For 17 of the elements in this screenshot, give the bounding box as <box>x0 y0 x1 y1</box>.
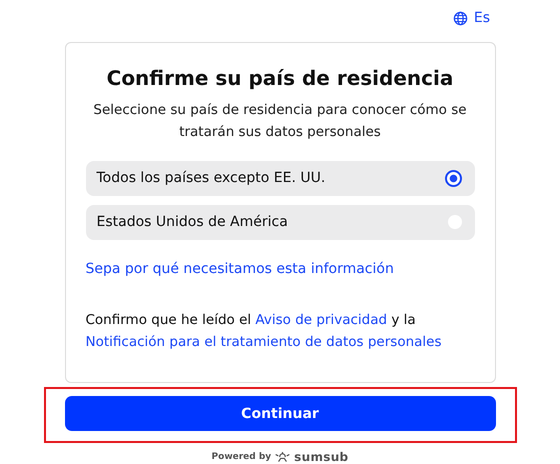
option-label: Estados Unidos de América <box>96 214 288 230</box>
policy-link[interactable]: Notificación para el tratamiento de datos personales <box>86 334 442 350</box>
option-label: Todos los países excepto EE. UU. <box>96 170 326 186</box>
powered-by-text: Powered by <box>212 452 272 462</box>
radio-button[interactable] <box>444 170 462 187</box>
subtitle: Seleccione su país de residencia para conocer cómo se tratarán sus datos personales <box>92 100 468 142</box>
language-selector[interactable]: Es <box>452 9 490 27</box>
option-row[interactable]: Todos los países excepto EE. UU. <box>86 160 474 196</box>
logo-icon <box>275 452 290 462</box>
policy-link[interactable]: Aviso de privacidad <box>255 312 388 328</box>
continue-button[interactable]: Continuar <box>64 396 496 431</box>
brand-name: sumsub <box>294 450 348 464</box>
option-row[interactable]: Estados Unidos de América <box>86 204 474 240</box>
info-link[interactable]: Sepa por qué necesitamos esta información <box>86 258 394 279</box>
heading: Confirme su país de residencia <box>106 64 454 91</box>
consent-text: Confirmo que he leído el Aviso de privacidad y la Notificación para el tratamiento de datos personales <box>86 310 442 352</box>
globe-icon <box>452 10 468 26</box>
